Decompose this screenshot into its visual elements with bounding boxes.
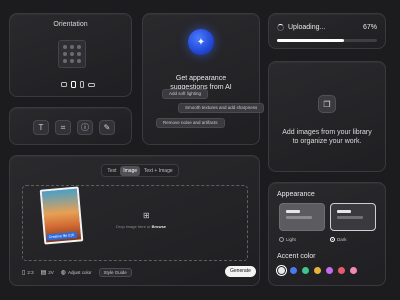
align-cell[interactable]: [70, 45, 74, 49]
accent-swatch[interactable]: [314, 267, 321, 274]
thumbnail-label: Creative file 016: [46, 231, 77, 241]
upload-percent: 67%: [362, 24, 377, 31]
dark-mode-preview[interactable]: [330, 203, 376, 231]
spinner-icon: [277, 24, 284, 31]
generator-card: Text Image Text + Image Creative file 01…: [9, 155, 260, 286]
library-text-line1: Add images from your library: [282, 129, 372, 136]
library-card[interactable]: ❐ Add images from your library to organi…: [268, 61, 386, 172]
dark-radio[interactable]: Dark: [330, 237, 347, 242]
ai-suggestions-card: ✦ Get appearance suggestions from AI Add…: [142, 13, 265, 145]
align-cell[interactable]: [70, 59, 74, 63]
radio-dot-selected: [330, 237, 335, 242]
align-cell[interactable]: [77, 45, 81, 49]
align-cell[interactable]: [63, 52, 67, 56]
orientation-options: [61, 81, 95, 88]
suggestion-chip[interactable]: Smooth textures and add sharpness: [178, 103, 265, 113]
appearance-title: Appearance: [277, 191, 315, 198]
align-cell[interactable]: [63, 45, 67, 49]
adjust-color-label: Adjust color: [68, 270, 92, 275]
style-guide-button[interactable]: Style Guide: [98, 268, 132, 277]
accent-swatch[interactable]: [278, 267, 285, 274]
drop-hint: Drop image here or Browse: [116, 224, 166, 229]
preview-line: [337, 210, 351, 213]
preview-line: [286, 210, 300, 213]
suggestion-chip[interactable]: Add soft lighting: [162, 89, 209, 99]
landscape-orientation-icon[interactable]: [88, 82, 95, 87]
image-add-icon: ⊞: [143, 211, 150, 220]
radio-dot: [279, 237, 284, 242]
alignment-grid[interactable]: [58, 40, 86, 68]
eraser-icon: ✎: [103, 123, 111, 132]
generate-button[interactable]: Generate: [225, 266, 256, 277]
library-text-line2: to organize your work.: [292, 138, 362, 145]
accent-swatch[interactable]: [350, 267, 357, 274]
browse-link[interactable]: Browse: [152, 224, 166, 229]
accent-swatch[interactable]: [326, 267, 333, 274]
accent-swatch[interactable]: [302, 267, 309, 274]
variations-selector[interactable]: ▤ 2V: [41, 269, 54, 276]
gallery-icon: ❐: [318, 95, 336, 113]
align-cell[interactable]: [77, 52, 81, 56]
light-mode-preview[interactable]: [279, 203, 325, 231]
info-icon: ⓘ: [81, 123, 89, 132]
uploaded-image-thumbnail[interactable]: Creative file 016: [39, 186, 84, 245]
variations-value: 2V: [48, 270, 54, 275]
adjust-color-button[interactable]: ◍ Adjust color: [61, 269, 92, 276]
tab-text-image[interactable]: Text + Image: [141, 166, 176, 176]
drop-hint-text: Drop image here or: [116, 224, 152, 229]
accent-swatch[interactable]: [290, 267, 297, 274]
ai-title-line1: Get appearance: [175, 75, 227, 82]
orientation-card: Orientation: [9, 13, 132, 97]
square-orientation-icon[interactable]: [61, 82, 67, 87]
accent-swatches: [278, 267, 357, 274]
tools-card: T ⌗ ⓘ ✎: [9, 107, 132, 145]
crop-tool-button[interactable]: ⌗: [55, 120, 71, 135]
sparkle-icon: ✦: [188, 29, 214, 55]
upload-label: Uploading...: [288, 24, 326, 31]
tab-image[interactable]: Image: [120, 165, 141, 176]
preview-line: [337, 216, 363, 219]
appearance-card: Appearance Light Dark Accent color: [268, 182, 386, 286]
library-text: Add images from your library to organize…: [269, 128, 385, 146]
preview-line: [286, 216, 312, 219]
dark-label: Dark: [337, 237, 347, 242]
eraser-tool-button[interactable]: ✎: [99, 120, 115, 135]
crop-icon: ⌗: [60, 122, 66, 132]
progress-track: [277, 39, 377, 42]
light-radio[interactable]: Light: [279, 237, 296, 242]
align-cell[interactable]: [63, 59, 67, 63]
tall-orientation-icon[interactable]: [80, 81, 84, 88]
stack-icon: ▤: [40, 270, 47, 276]
accent-swatch[interactable]: [338, 267, 345, 274]
align-cell[interactable]: [77, 59, 81, 63]
tab-text[interactable]: Text: [104, 166, 119, 176]
ratio-value: 2:3: [27, 270, 34, 275]
text-tool-button[interactable]: T: [33, 120, 49, 135]
text-icon: T: [38, 123, 44, 132]
ratio-selector[interactable]: ▯ 2:3: [22, 269, 34, 276]
orientation-title: Orientation: [53, 21, 88, 28]
progress-fill: [277, 39, 344, 42]
light-label: Light: [286, 237, 296, 242]
suggestion-chip[interactable]: Remove noise and artifacts: [156, 118, 225, 128]
mode-tabs: Text Image Text + Image: [101, 164, 179, 177]
accent-title: Accent color: [277, 253, 316, 260]
image-drop-zone[interactable]: Creative file 016 ⊞ Drop image here or B…: [22, 185, 248, 261]
ratio-icon: ▯: [22, 270, 26, 276]
upload-progress-card: Uploading... 67%: [268, 13, 386, 49]
portrait-orientation-icon[interactable]: [71, 81, 76, 88]
generator-toolbar: ▯ 2:3 ▤ 2V ◍ Adjust color Style Guide: [22, 268, 132, 277]
palette-icon: ◍: [60, 270, 67, 276]
info-tool-button[interactable]: ⓘ: [77, 120, 93, 135]
align-cell[interactable]: [70, 52, 74, 56]
